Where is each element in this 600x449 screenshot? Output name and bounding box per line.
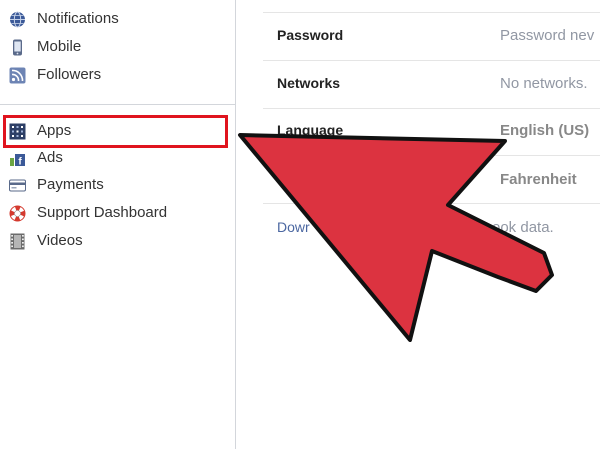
sidebar-item-payments[interactable]: Payments [0, 172, 236, 198]
sidebar-divider [0, 104, 236, 105]
sidebar-item-label: Mobile [37, 38, 82, 55]
film-icon [9, 233, 26, 250]
settings-panel: Password Password nev Networks No networ… [237, 0, 600, 449]
row-divider [263, 12, 600, 13]
row-divider [263, 203, 600, 204]
globe-icon [9, 11, 26, 28]
settings-sidebar: Notifications Mobile Followers Apps f Ad… [0, 0, 236, 449]
sidebar-item-label: Videos [37, 232, 83, 249]
sidebar-item-videos[interactable]: Videos [0, 228, 236, 254]
sidebar-item-apps[interactable]: Apps [0, 118, 236, 144]
sidebar-item-ads[interactable]: f Ads [0, 145, 236, 171]
sidebar-item-label: Ads [37, 149, 63, 166]
row-divider [263, 60, 600, 61]
row-label: Networks [277, 75, 341, 91]
download-data-text: ook data. [492, 219, 554, 236]
apps-grid-icon [9, 123, 26, 140]
sidebar-item-label: Apps [37, 122, 72, 139]
row-value: English (US) [500, 122, 590, 139]
download-data-link[interactable]: Dowr [277, 219, 310, 235]
row-value: Fahrenheit [500, 171, 577, 188]
sidebar-item-label: Support Dashboard [37, 204, 168, 221]
rss-feed-icon [9, 67, 26, 84]
sidebar-item-followers[interactable]: Followers [0, 62, 236, 88]
row-label: Password [277, 27, 344, 43]
life-ring-icon [9, 205, 26, 222]
row-divider [263, 108, 600, 109]
row-divider [263, 155, 600, 156]
sidebar-item-label: Payments [37, 176, 104, 193]
sidebar-item-support-dashboard[interactable]: Support Dashboard [0, 200, 236, 226]
sidebar-item-mobile[interactable]: Mobile [0, 34, 236, 60]
sidebar-item-label: Notifications [37, 10, 119, 27]
ads-icon: f [9, 150, 26, 167]
row-value: Password nev [500, 27, 595, 44]
row-label: Language [277, 122, 344, 138]
mobile-phone-icon [9, 39, 26, 56]
credit-card-icon [9, 177, 26, 194]
sidebar-item-notifications[interactable]: Notifications [0, 6, 236, 32]
sidebar-item-label: Followers [37, 66, 102, 83]
row-value: No networks. [500, 75, 588, 92]
